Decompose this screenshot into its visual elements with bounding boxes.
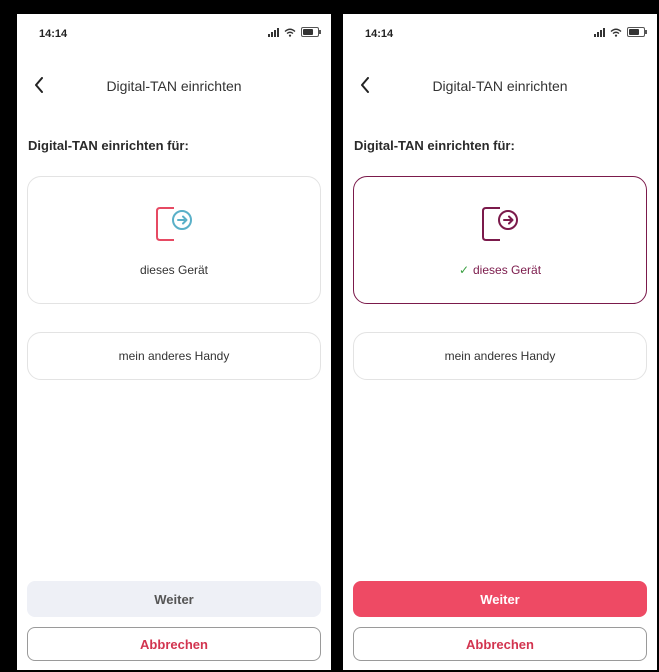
status-time: 14:14 [39, 28, 68, 40]
option-label: mein anderes Handy [444, 349, 556, 363]
page-title: Digital-TAN einrichten [432, 78, 568, 94]
page-title: Digital-TAN einrichten [106, 78, 242, 94]
wifi-icon [610, 28, 622, 37]
option-label: mein anderes Handy [118, 349, 230, 363]
cancel-button[interactable]: Abbrechen [27, 627, 321, 661]
signal-icon [268, 27, 279, 37]
option-other-phone[interactable]: mein anderes Handy [353, 332, 647, 380]
nav-bar: Digital-TAN einrichten [17, 70, 331, 104]
wifi-icon [284, 28, 296, 37]
option-label: dieses Gerät [473, 263, 542, 277]
option-this-device[interactable]: dieses Gerät [27, 176, 321, 304]
screen-selected: 14:14 Digital-TAN einrichten Digital-TAN… [343, 14, 657, 670]
continue-button[interactable]: Weiter [27, 581, 321, 617]
check-icon: ✓ [458, 263, 469, 277]
cancel-button[interactable]: Abbrechen [353, 627, 647, 661]
section-heading: Digital-TAN einrichten für: [354, 138, 515, 153]
screen-unselected: 14:14 Digital-TAN einrichten Digital-TAN… [17, 14, 331, 670]
phone-arrow-icon [156, 207, 192, 241]
status-bar: 14:14 [343, 14, 657, 52]
option-other-phone[interactable]: mein anderes Handy [27, 332, 321, 380]
status-time: 14:14 [365, 28, 394, 40]
battery-icon [627, 27, 647, 37]
section-heading: Digital-TAN einrichten für: [28, 138, 189, 153]
option-this-device[interactable]: ✓ dieses Gerät [353, 176, 647, 304]
phone-arrow-icon [482, 207, 518, 241]
battery-icon [301, 27, 321, 37]
nav-bar: Digital-TAN einrichten [343, 70, 657, 104]
continue-button[interactable]: Weiter [353, 581, 647, 617]
signal-icon [594, 27, 605, 37]
status-bar: 14:14 [17, 14, 331, 52]
option-label: dieses Gerät [139, 263, 209, 277]
